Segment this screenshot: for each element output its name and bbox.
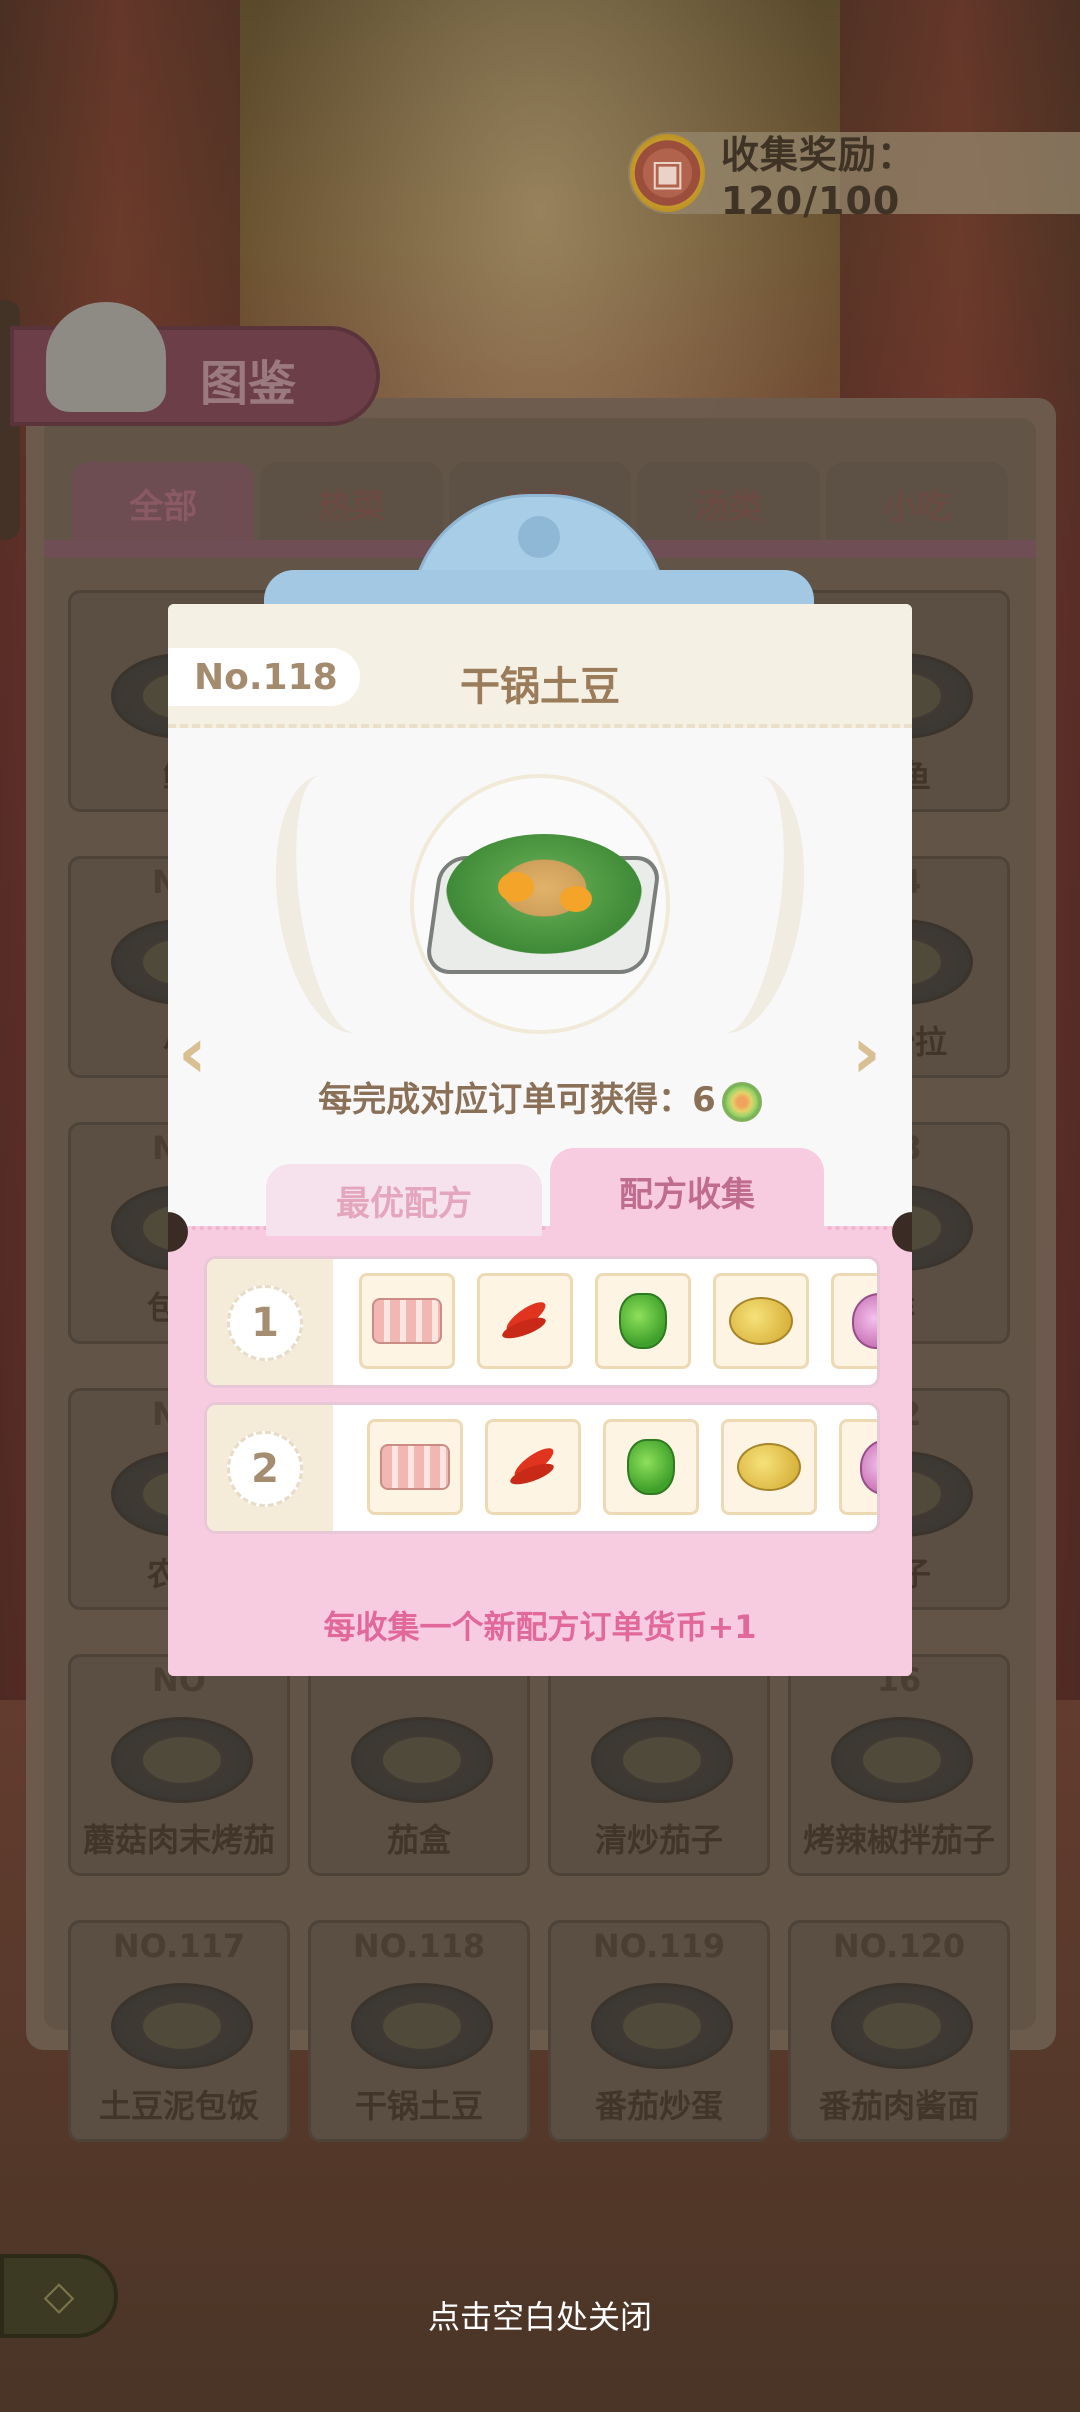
dish-card[interactable]: NO 蘑菇肉末烤茄 [68,1654,290,1876]
clipboard-knob [518,516,560,558]
chef-hat-icon [46,302,166,412]
onion-icon [852,1293,877,1349]
dish-card-name: 烤辣椒拌茄子 [802,1821,995,1859]
ingredient-slot [839,1419,877,1515]
ingredient-list [367,1419,877,1515]
green-pepper-icon [627,1439,675,1495]
tab-all[interactable]: 全部 [72,462,255,544]
recipe-row[interactable]: 1 [204,1256,880,1388]
dish-thumbnail [111,1717,253,1803]
dish-card-name: 清炒茄子 [594,1821,723,1859]
dish-card-number: NO.119 [592,1927,726,1965]
gift-icon: ▣ [630,134,705,212]
dish-detail-modal: No.118 干锅土豆 ‹ › 每完成对应订单可获得：6 最优配方 配方收集 1… [168,604,912,1676]
laurel-right-icon [664,766,820,1042]
ingredient-slot [359,1273,455,1369]
recipe-row[interactable]: 2 [204,1402,880,1534]
collection-reward[interactable]: ▣ 收集奖励：120/100 [628,132,1080,223]
coin-icon [721,1081,762,1122]
dish-card-name: 蘑菇肉末烤茄 [82,1821,275,1859]
green-pepper-icon [619,1293,667,1349]
dish-card-name: 土豆泥包饭 [98,2087,259,2125]
dish-card[interactable]: NO.119 番茄炒蛋 [548,1920,770,2142]
dish-thumbnail [591,1717,733,1803]
dish-card-name: 茄盒 [386,1821,451,1859]
dish-card-number: NO.120 [832,1927,966,1965]
ingredient-slot [595,1273,691,1369]
dish-card[interactable]: 16 烤辣椒拌茄子 [788,1654,1010,1876]
dish-food-image [446,834,642,954]
ingredient-slot [721,1419,817,1515]
laurel-left-icon [260,766,416,1042]
ingredient-slot [367,1419,463,1515]
dish-thumbnail [351,1717,493,1803]
dish-card[interactable]: 清炒茄子 [548,1654,770,1876]
dish-thumbnail [591,1983,733,2069]
potato-icon [729,1297,793,1345]
potato-icon [737,1443,801,1491]
ingredient-slot [713,1273,809,1369]
dish-card-number: NO.117 [112,1927,246,1965]
chili-icon [507,1441,559,1493]
order-reward-label: 每完成对应订单可获得：6 [318,1080,716,1120]
tab-soups[interactable]: 汤类 [637,462,820,544]
ingredient-list [359,1273,877,1369]
dish-card[interactable]: NO.120 番茄肉酱面 [788,1920,1010,2142]
tab-best-recipe[interactable]: 最优配方 [266,1164,542,1236]
dish-card[interactable]: NO.118 干锅土豆 [308,1920,530,2142]
dish-card[interactable]: NO.117 土豆泥包饭 [68,1920,290,2142]
dish-thumbnail [831,1983,973,2069]
dish-thumbnail [351,1983,493,2069]
recipe-index: 1 [227,1285,303,1361]
tab-hot-dishes[interactable]: 热菜 [260,462,443,544]
dish-card-name: 番茄炒蛋 [594,2087,723,2125]
tab-snacks[interactable]: 小吃 [825,462,1009,544]
recipe-index: 2 [227,1431,303,1507]
close-hint[interactable]: 点击空白处关闭 [0,2292,1080,2338]
order-reward-text: 每完成对应订单可获得：6 [168,1072,912,1122]
chili-icon [499,1295,551,1347]
dish-card-name: 干锅土豆 [354,2087,483,2125]
collection-reward-label: 收集奖励：120/100 [720,132,916,223]
collect-tip: 每收集一个新配方订单货币+1 [323,1608,757,1646]
dish-card-number: NO.118 [352,1927,486,1965]
ingredient-slot [477,1273,573,1369]
dish-topping [498,872,534,902]
tab-recipe-collection[interactable]: 配方收集 [550,1148,824,1234]
meat-slice-icon [380,1444,450,1490]
encyclopedia-title: 图鉴 [200,356,297,412]
dish-thumbnail [111,1983,253,2069]
ingredient-slot [603,1419,699,1515]
dish-card[interactable]: 茄盒 [308,1654,530,1876]
ingredient-slot [485,1419,581,1515]
onion-icon [860,1439,877,1495]
dish-topping [560,886,592,912]
dish-card-name: 番茄肉酱面 [818,2087,979,2125]
dish-thumbnail [831,1717,973,1803]
dish-title: 干锅土豆 [460,664,620,710]
ingredient-slot [831,1273,877,1369]
meat-slice-icon [372,1298,442,1344]
